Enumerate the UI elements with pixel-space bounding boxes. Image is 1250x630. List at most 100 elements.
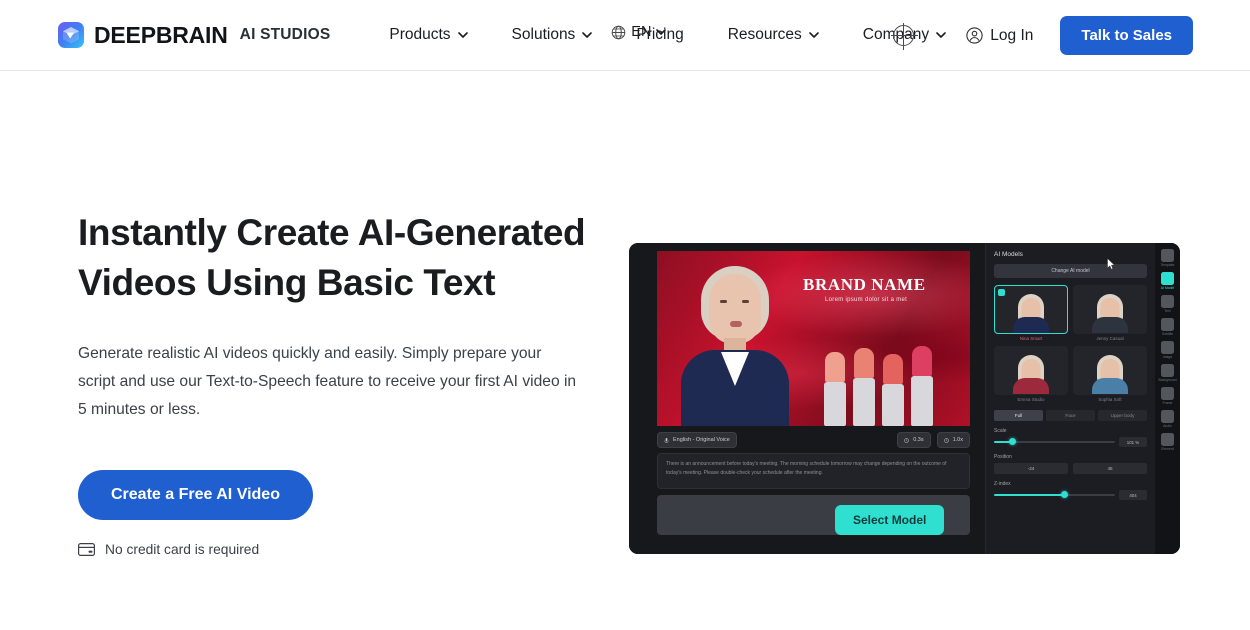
tab-upper-body[interactable]: Upper body [1098, 410, 1147, 421]
rail-item-subtitle[interactable]: Subtitle [1157, 318, 1178, 336]
header-right-actions: EN Log In Talk to Sales [611, 0, 1250, 71]
image-icon [1161, 341, 1174, 354]
select-model-button[interactable]: Select Model [835, 505, 945, 535]
zindex-slider[interactable] [994, 491, 1115, 498]
avatar-face [709, 274, 761, 344]
thumb-body [1013, 378, 1049, 394]
rail-label: Frame [1162, 401, 1173, 405]
ai-model-icon [1161, 272, 1174, 285]
lipstick-item [911, 346, 933, 426]
panel-title: AI Models [994, 251, 1023, 258]
ai-model-card[interactable]: Sophia Soft [1073, 346, 1147, 402]
video-editor-mockup: BRAND NAME Lorem ipsum dolor sit a met E… [629, 243, 1180, 554]
lipstick-product-group [824, 338, 964, 426]
view-mode-tabs: Full Face Upper body [994, 410, 1147, 421]
nav-label: Company [862, 26, 930, 43]
ai-model-grid: Nina Smart Jenny Casual Emma Studio Soph… [994, 285, 1147, 402]
voice-icon [664, 437, 669, 443]
ai-model-name: Nina Smart [1019, 336, 1043, 341]
ai-model-thumbnail [994, 285, 1068, 334]
hero-section: Instantly Create AI-Generated Videos Usi… [78, 208, 598, 557]
clock-icon [904, 437, 909, 443]
nav-label: Resources [727, 26, 802, 43]
credit-card-icon [78, 542, 95, 556]
rail-item-image[interactable]: Image [1157, 341, 1178, 359]
rail-label: Image [1162, 355, 1173, 359]
scale-slider-row: 101 % [994, 437, 1147, 447]
lipstick-item [824, 352, 846, 426]
video-preview-stage: BRAND NAME Lorem ipsum dolor sit a met [657, 251, 970, 426]
zindex-label: Z-index [994, 481, 1011, 487]
audio-icon [1161, 410, 1174, 423]
editor-canvas-area: BRAND NAME Lorem ipsum dolor sit a met E… [629, 243, 985, 554]
element-icon [1161, 433, 1174, 446]
nav-item-solutions[interactable]: Solutions [512, 26, 593, 44]
create-free-ai-video-button[interactable]: Create a Free AI Video [78, 469, 313, 520]
chevron-down-icon [457, 32, 468, 38]
rail-item-background[interactable]: Background [1157, 364, 1178, 382]
nav-label: Solutions [511, 26, 576, 43]
nav-item-resources[interactable]: Resources [728, 26, 819, 44]
tab-face[interactable]: Face [1046, 410, 1095, 421]
avatar-eye-left [720, 300, 727, 303]
talk-to-sales-button[interactable]: Talk to Sales [1060, 16, 1193, 55]
change-ai-model-button[interactable]: Change AI model [994, 264, 1147, 278]
voice-selector-chip[interactable]: English - Original Voice [657, 432, 737, 448]
rail-item-audio[interactable]: Audio [1157, 410, 1178, 428]
rail-item-template[interactable]: Template [1157, 249, 1178, 267]
stage-brand-title: BRAND NAME [803, 275, 926, 294]
editor-tool-rail: Template AI Model Text Subtitle Image Ba… [1155, 243, 1180, 554]
rail-label: Background [1158, 378, 1177, 382]
ai-model-card[interactable]: Nina Smart [994, 285, 1068, 341]
rail-label: Audio [1163, 424, 1172, 428]
position-y-input[interactable]: 45 [1073, 463, 1147, 474]
ai-model-thumbnail [1073, 346, 1147, 395]
speed-chip-label: 1.0x [952, 437, 963, 443]
language-selector[interactable]: EN [611, 24, 667, 40]
site-header: DEEPBRAIN AI STUDIOS Products Solutions … [0, 0, 1250, 71]
rail-label: Element [1161, 447, 1174, 451]
rail-item-frame[interactable]: Frame [1157, 387, 1178, 405]
clock-icon [943, 437, 949, 443]
scale-value[interactable]: 101 % [1119, 437, 1147, 447]
nav-label: Products [389, 26, 451, 43]
duration-chip[interactable]: 0.3s [897, 432, 931, 448]
stage-toolbar: English - Original Voice 0.3s 1.0x [657, 429, 970, 451]
tab-full[interactable]: Full [994, 410, 1043, 421]
ai-model-card[interactable]: Emma Studio [994, 346, 1068, 402]
ai-model-name: Emma Studio [1017, 397, 1045, 402]
brand-name: DEEPBRAIN [94, 21, 228, 48]
selected-badge-icon [998, 289, 1005, 296]
avatar-mouth [730, 321, 742, 327]
ai-presenter-avatar [675, 258, 795, 426]
ai-model-card[interactable]: Jenny Casual [1073, 285, 1147, 341]
position-fields: -24 45 [994, 463, 1147, 474]
rail-item-text[interactable]: Text [1157, 295, 1178, 313]
script-textarea[interactable]: There is an announcement before today's … [657, 453, 970, 489]
nav-item-products[interactable]: Products [389, 26, 468, 44]
rail-item-ai-model[interactable]: AI Model [1157, 272, 1178, 290]
scale-label: Scale [994, 428, 1007, 434]
user-circle-icon [966, 27, 983, 44]
brand-logo-link[interactable]: DEEPBRAIN AI STUDIOS [58, 22, 330, 49]
scale-slider[interactable] [994, 438, 1115, 445]
ai-model-thumbnail [994, 346, 1068, 395]
rail-item-element[interactable]: Element [1157, 433, 1178, 451]
voice-chip-label: English - Original Voice [673, 437, 730, 443]
text-icon [1161, 295, 1174, 308]
ai-models-panel: AI Models Change AI model Nina Smart Jen [985, 243, 1155, 554]
speed-chip[interactable]: 1.0x [936, 432, 970, 448]
rail-label: Subtitle [1161, 332, 1174, 336]
zindex-slider-row: 404 [994, 490, 1147, 500]
brand-subtitle: AI STUDIOS [239, 26, 331, 43]
position-x-input[interactable]: -24 [994, 463, 1068, 474]
chevron-down-icon [656, 29, 667, 35]
nav-item-company[interactable]: Company [863, 26, 946, 44]
rail-label: AI Model [1160, 286, 1175, 290]
language-label: EN [631, 24, 652, 40]
login-button[interactable]: Log In [966, 27, 1033, 45]
page-title: Instantly Create AI-Generated Videos Usi… [78, 212, 586, 304]
thumb-body [1013, 317, 1049, 333]
zindex-value[interactable]: 404 [1119, 490, 1147, 500]
chevron-down-icon [582, 32, 593, 38]
